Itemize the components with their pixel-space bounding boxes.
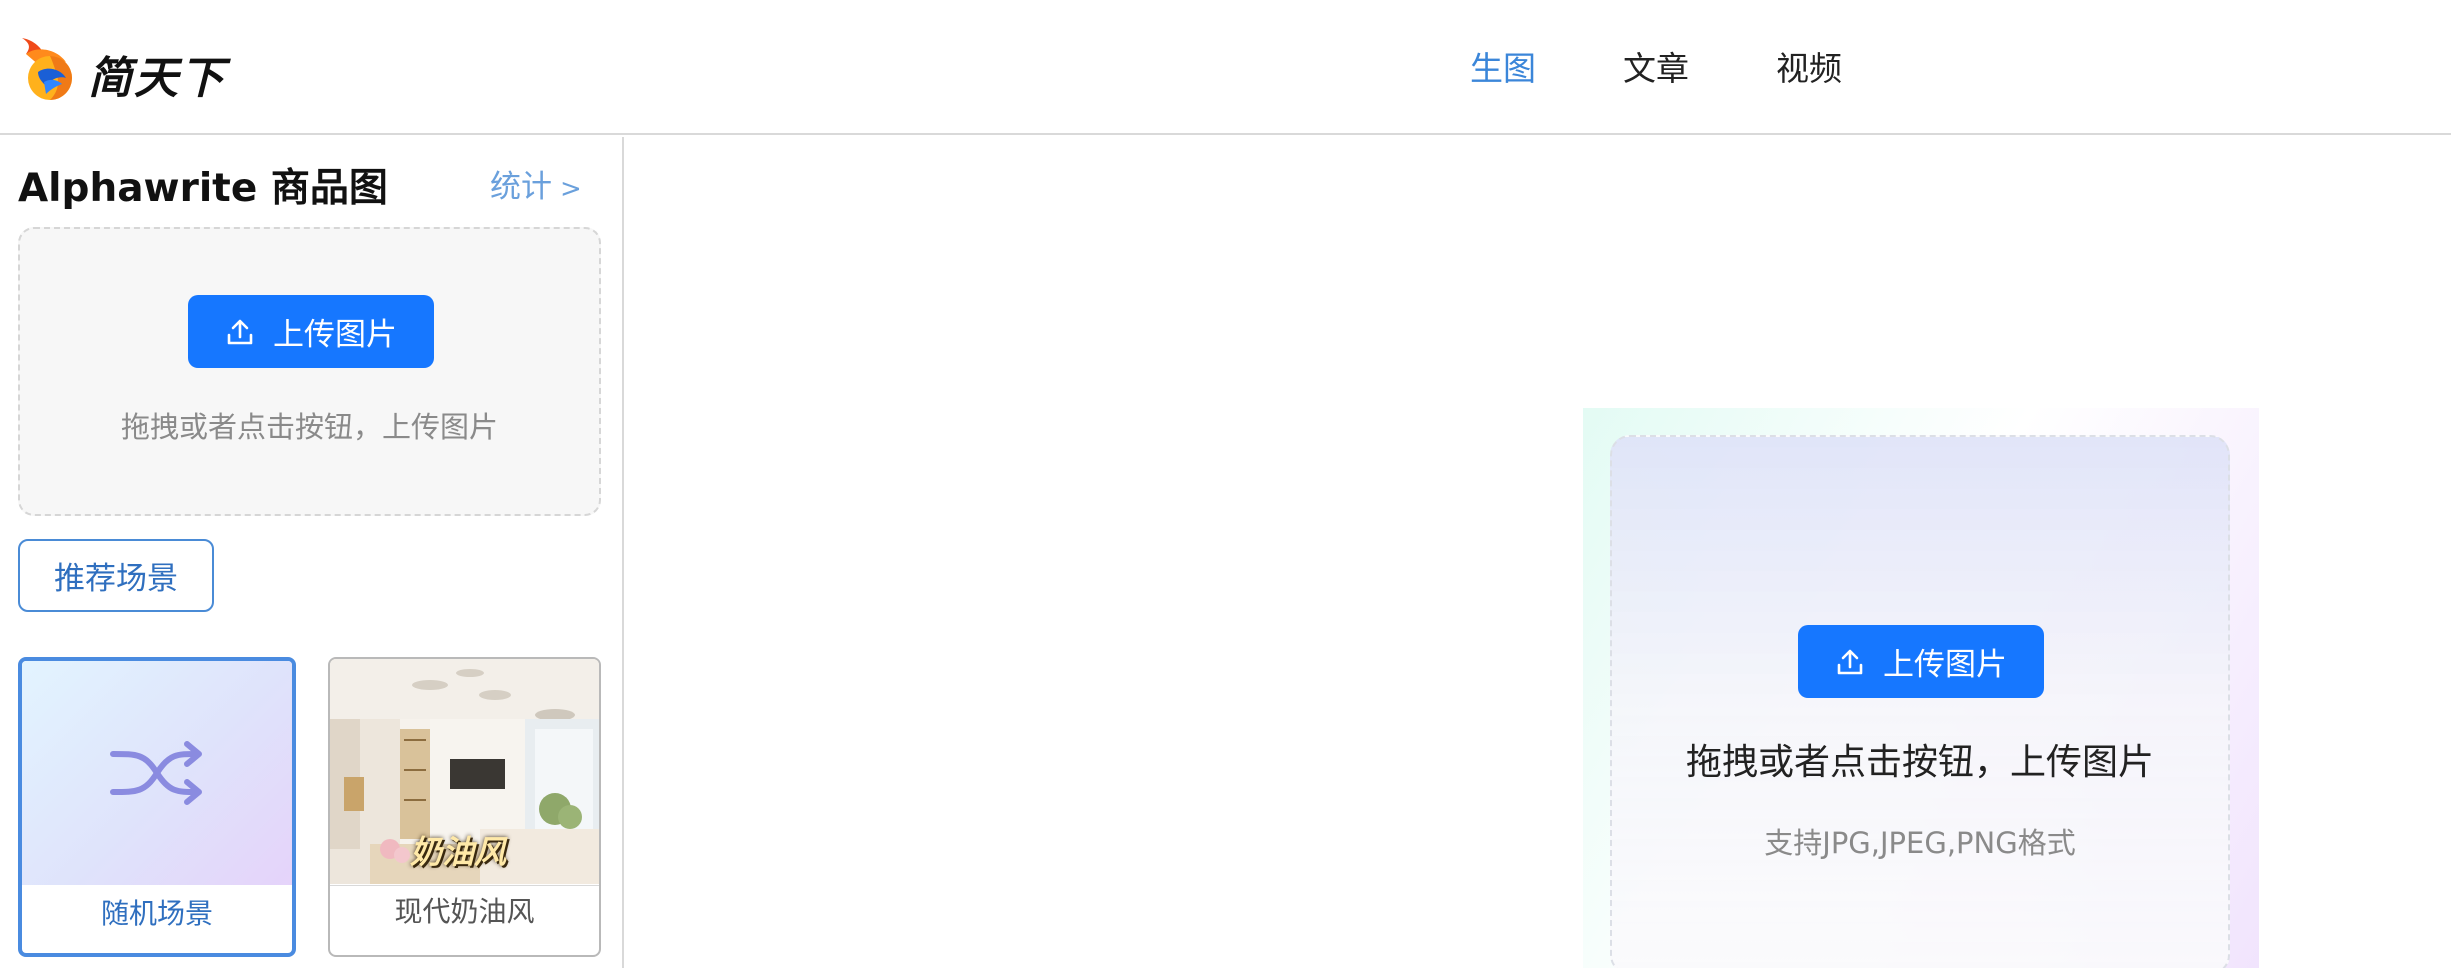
top-header: 简天下 生图 文章 视频 <box>0 0 2451 135</box>
left-sidebar: Alphawrite 商品图 统计 > 上传图片 拖拽或者点击按钮，上传图片 推荐… <box>0 137 624 968</box>
brand-name: 简天下 <box>88 53 226 104</box>
nav-item-image-gen[interactable]: 生图 <box>1470 44 1623 94</box>
main-upload-button-label: 上传图片 <box>1883 647 2007 683</box>
main-upload-dropzone[interactable]: 上传图片 拖拽或者点击按钮，上传图片 支持JPG,JPEG,PNG格式 <box>1610 435 2230 968</box>
dropzone-title: 拖拽或者点击按钮，上传图片 <box>1685 742 2154 783</box>
sidebar-title: Alphawrite 商品图 <box>18 166 388 211</box>
stats-link-label: 统计 <box>490 169 552 205</box>
flame-bird-logo-icon <box>22 38 72 100</box>
main-nav: 生图 文章 视频 <box>1470 44 1929 94</box>
brand-logo[interactable]: 简天下 <box>16 32 236 106</box>
upload-hint: 拖拽或者点击按钮，上传图片 <box>120 410 498 444</box>
sidebar-upload-button[interactable]: 上传图片 <box>188 295 434 368</box>
scene-thumb-cream-style: 奶油风 <box>330 659 599 884</box>
chevron-right-icon: > <box>560 174 582 204</box>
scene-thumb-random <box>22 661 292 885</box>
recommended-scenes-button[interactable]: 推荐场景 <box>18 539 214 612</box>
nav-item-video[interactable]: 视频 <box>1776 44 1929 94</box>
upload-button-label: 上传图片 <box>273 317 397 353</box>
shuffle-icon <box>110 741 202 805</box>
main-upload-button[interactable]: 上传图片 <box>1798 625 2044 698</box>
stats-link[interactable]: 统计 > <box>490 161 582 206</box>
nav-item-article[interactable]: 文章 <box>1623 44 1776 94</box>
sidebar-upload-dropzone[interactable]: 上传图片 拖拽或者点击按钮，上传图片 <box>18 227 601 516</box>
scene-card-cream-style[interactable]: 奶油风 现代奶油风 <box>328 657 601 957</box>
dropzone-formats: 支持JPG,JPEG,PNG格式 <box>1764 826 2076 860</box>
scene-card-random[interactable]: 随机场景 <box>18 657 296 957</box>
scene-thumb-caption: 奶油风 <box>410 833 507 871</box>
upload-icon <box>1837 649 1863 674</box>
scene-label-cream-style: 现代奶油风 <box>330 885 599 938</box>
upload-icon <box>227 319 253 344</box>
scene-label-random: 随机场景 <box>100 897 213 930</box>
